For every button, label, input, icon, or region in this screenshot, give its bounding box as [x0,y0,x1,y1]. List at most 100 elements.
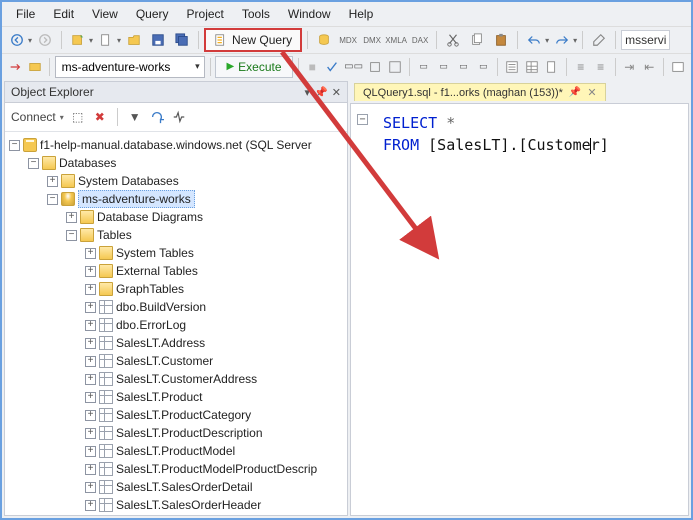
expand-icon[interactable]: + [85,464,96,475]
close-icon[interactable]: ✕ [587,86,596,99]
expand-icon[interactable]: + [85,356,96,367]
menu-edit[interactable]: Edit [45,4,82,24]
outline-collapse-icon[interactable]: − [357,114,368,125]
connect-drop-icon[interactable]: ▾ [60,113,64,122]
filter-icon[interactable]: ▼ [127,106,143,128]
cut-icon[interactable] [442,29,464,51]
server-node[interactable]: f1-help-manual.database.windows.net (SQL… [40,138,312,152]
expand-icon[interactable]: + [85,482,96,493]
parse-icon[interactable] [323,56,341,78]
table-node[interactable]: SalesLT.Address [116,336,205,350]
table-node[interactable]: SalesLT.SalesOrderHeader [116,498,261,512]
connection-combo-partial[interactable]: msservi [621,30,670,50]
menu-view[interactable]: View [84,4,126,24]
menu-window[interactable]: Window [280,4,339,24]
close-icon[interactable]: ✕ [332,86,341,99]
indent-icon[interactable]: ⇥ [620,56,638,78]
tables-node[interactable]: Tables [97,228,132,242]
menu-query[interactable]: Query [128,4,177,24]
redo-drop-icon[interactable]: ▾ [573,36,577,45]
specify-values-icon[interactable] [669,56,687,78]
table-node[interactable]: dbo.BuildVersion [116,300,206,314]
databases-node[interactable]: Databases [59,156,116,170]
nav-fwd-icon[interactable] [34,29,56,51]
expand-icon[interactable]: + [85,446,96,457]
open-icon[interactable] [123,29,145,51]
database-combo[interactable]: ms-adventure-works ▾ [55,56,205,78]
expand-icon[interactable]: + [85,248,96,259]
include-plan-icon[interactable]: ▭ [415,56,433,78]
expand-icon[interactable]: + [85,266,96,277]
refresh-icon[interactable] [149,106,165,128]
change-connection-icon[interactable] [6,56,24,78]
table-node[interactable]: SalesLT.ProductModelProductDescrip [116,462,317,476]
external-tables-node[interactable]: External Tables [116,264,198,278]
expand-icon[interactable]: + [85,410,96,421]
expand-icon[interactable]: + [85,338,96,349]
expand-icon[interactable]: + [85,320,96,331]
pin-icon[interactable]: 📌 [314,86,328,99]
connect-button[interactable]: Connect [11,110,56,124]
expand-icon[interactable]: + [85,284,96,295]
new-file-icon[interactable] [95,29,117,51]
expand-icon[interactable]: + [85,374,96,385]
outdent-icon[interactable]: ⇤ [640,56,658,78]
available-db-icon[interactable] [26,56,44,78]
table-node[interactable]: SalesLT.Customer [116,354,213,368]
intellisense-icon[interactable] [386,56,404,78]
table-node[interactable]: SalesLT.CustomerAddress [116,372,257,386]
expand-icon[interactable]: + [66,212,77,223]
editor-tab[interactable]: QLQuery1.sql - f1...orks (maghan (153))*… [354,83,606,101]
table-node[interactable]: SalesLT.ProductCategory [116,408,251,422]
table-node[interactable]: dbo.ErrorLog [116,318,186,332]
uncomment-icon[interactable]: ≡ [592,56,610,78]
mdx-query-icon[interactable]: MDX [337,29,359,51]
include-live-icon[interactable]: ▭ [435,56,453,78]
table-node[interactable]: SalesLT.ProductDescription [116,426,263,440]
dmx-query-icon[interactable]: DMX [361,29,383,51]
paste-icon[interactable] [490,29,512,51]
comment-icon[interactable]: ≡ [572,56,590,78]
collapse-icon[interactable]: − [66,230,77,241]
expand-icon[interactable]: + [85,302,96,313]
undo-drop-icon[interactable]: ▾ [545,36,549,45]
results-text-icon[interactable] [503,56,521,78]
menu-file[interactable]: File [8,4,43,24]
activity-icon[interactable] [171,106,187,128]
table-node[interactable]: SalesLT.Product [116,390,203,404]
new-query-button[interactable]: New Query [204,28,302,52]
disconnect-icon[interactable]: ⬚ [70,106,86,128]
copy-icon[interactable] [466,29,488,51]
menu-tools[interactable]: Tools [234,4,278,24]
dropdown-icon[interactable]: ▾ [305,86,311,99]
include-stats-icon[interactable]: ▭ [455,56,473,78]
new-project-drop-icon[interactable]: ▾ [89,36,93,45]
undo-icon[interactable] [523,29,545,51]
expand-icon[interactable]: + [47,176,58,187]
table-node[interactable]: SalesLT.ProductModel [116,444,235,458]
selected-database-node[interactable]: ms-adventure-works [78,190,195,208]
results-file-icon[interactable] [543,56,561,78]
results-grid-icon[interactable] [523,56,541,78]
expand-icon[interactable]: + [85,392,96,403]
menu-help[interactable]: Help [341,4,382,24]
expand-icon[interactable]: + [85,428,96,439]
database-diagrams-node[interactable]: Database Diagrams [97,210,203,224]
system-tables-node[interactable]: System Tables [116,246,194,260]
object-explorer-tree[interactable]: −f1-help-manual.database.windows.net (SQ… [5,132,347,515]
system-databases-node[interactable]: System Databases [78,174,179,188]
new-project-icon[interactable] [67,29,89,51]
table-node[interactable]: SalesLT.SalesOrderDetail [116,480,253,494]
collapse-icon[interactable]: − [28,158,39,169]
menu-project[interactable]: Project [179,4,232,24]
debug-icon[interactable]: ■ [303,56,321,78]
new-file-drop-icon[interactable]: ▾ [117,36,121,45]
include-client-icon[interactable]: ▭ [474,56,492,78]
sql-editor[interactable]: − SELECT * FROM [SalesLT].[Customer] [350,103,689,516]
stop-icon[interactable]: ✖ [92,106,108,128]
collapse-icon[interactable]: − [9,140,20,151]
display-plan-icon[interactable]: ▭▭ [343,56,364,78]
save-all-icon[interactable] [171,29,193,51]
db-engine-query-icon[interactable] [313,29,335,51]
execute-button[interactable]: ▶ Execute [215,56,292,78]
